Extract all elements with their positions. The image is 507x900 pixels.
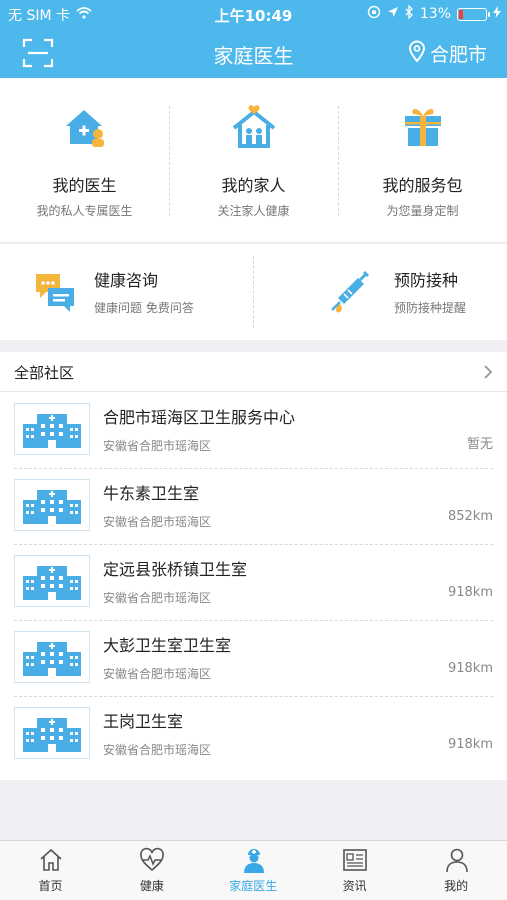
city-selector[interactable]: 合肥市 [408, 40, 487, 67]
app-header: 无 SIM 卡 上午10:49 13% 家庭医生 合肥市 [0, 0, 507, 78]
services-grid: 我的医生 我的私人专属医生 我的家人 关注家人健康 我的服务包 为您量身定制 [0, 78, 507, 243]
hospital-icon [14, 555, 90, 607]
service-subtitle: 预防接种提醒 [394, 301, 467, 315]
community-header[interactable]: 全部社区 [0, 352, 507, 392]
community-name: 大彭卫生室卫生室 [103, 636, 232, 655]
community-distance: 暂无 [466, 437, 493, 452]
service-title: 我的家人 [221, 176, 286, 195]
tab-label: 首页 [38, 879, 63, 893]
community-name: 定远县张桥镇卫生室 [103, 560, 248, 579]
service-subtitle: 我的私人专属医生 [36, 204, 133, 218]
battery-fill [459, 9, 463, 19]
services-row: 健康咨询 健康问题 免费问答 预防接种 预防接种提醒 [0, 244, 507, 340]
community-name: 合肥市瑶海区卫生服务中心 [103, 408, 296, 427]
bluetooth-icon [405, 4, 414, 23]
service-subtitle: 健康问题 免费问答 [94, 301, 194, 315]
community-address: 安徽省合肥市瑶海区 [103, 743, 212, 757]
doctor-house-icon [62, 104, 108, 150]
my-family-button[interactable]: 我的家人 关注家人健康 [169, 78, 338, 243]
status-right: 13% [367, 4, 501, 23]
tab-family-doctor[interactable]: 家庭医生 [203, 841, 304, 900]
news-icon [342, 847, 368, 873]
chat-bubbles-icon [34, 270, 76, 314]
service-subtitle: 关注家人健康 [217, 204, 290, 218]
tab-home[interactable]: 首页 [0, 841, 101, 900]
tab-label: 资讯 [342, 879, 367, 893]
tab-mine[interactable]: 我的 [406, 841, 507, 900]
syringe-icon [328, 270, 370, 314]
chevron-right-icon [483, 364, 493, 380]
service-title: 我的服务包 [382, 176, 463, 195]
community-distance: 852km [447, 509, 493, 524]
community-list-item[interactable]: 王岗卫生室安徽省合肥市瑶海区 918km [0, 697, 507, 773]
tab-label: 家庭医生 [229, 879, 278, 893]
home-icon [38, 847, 64, 873]
hospital-icon [14, 707, 90, 759]
my-service-package-button[interactable]: 我的服务包 为您量身定制 [338, 78, 507, 243]
community-address: 安徽省合肥市瑶海区 [103, 591, 212, 605]
location-pin-icon [408, 40, 426, 67]
hospital-icon [14, 403, 90, 455]
city-label: 合肥市 [429, 44, 487, 66]
tab-bar: 首页 健康 家庭医生 资讯 我的 [0, 840, 507, 900]
community-name: 王岗卫生室 [103, 712, 184, 731]
community-distance: 918km [447, 737, 493, 752]
community-list-item[interactable]: 大彭卫生室卫生室安徽省合肥市瑶海区 918km [0, 621, 507, 697]
community-list-item[interactable]: 定远县张桥镇卫生室安徽省合肥市瑶海区 918km [0, 545, 507, 621]
community-list-item[interactable]: 牛东素卫生室安徽省合肥市瑶海区 852km [0, 469, 507, 545]
orientation-lock-icon [367, 5, 381, 23]
service-title: 健康咨询 [94, 271, 159, 290]
heartbeat-icon [139, 847, 165, 873]
tab-label: 我的 [444, 879, 469, 893]
tab-label: 健康 [139, 879, 164, 893]
tab-news[interactable]: 资讯 [304, 841, 405, 900]
battery-icon [457, 7, 490, 21]
health-consult-button[interactable]: 健康咨询 健康问题 免费问答 [0, 244, 253, 340]
hospital-icon [14, 479, 90, 531]
community-address: 安徽省合肥市瑶海区 [103, 667, 212, 681]
tab-health[interactable]: 健康 [101, 841, 202, 900]
doctor-icon [241, 847, 267, 873]
community-section: 全部社区 合肥市瑶海区卫生服务中心 安徽省合肥市瑶海区 暂无 牛东素卫生室 安徽省合肥市… [0, 352, 507, 780]
hospital-icon [14, 631, 90, 683]
community-title: 全部社区 [14, 364, 75, 382]
status-bar: 无 SIM 卡 上午10:49 13% [0, 0, 507, 28]
charging-icon [493, 6, 501, 22]
community-name: 牛东素卫生室 [103, 484, 200, 503]
community-list-item[interactable]: 合肥市瑶海区卫生服务中心安徽省合肥市瑶海区 暂无 [0, 393, 507, 469]
battery-text: 13% [419, 6, 451, 22]
my-doctor-button[interactable]: 我的医生 我的私人专属医生 [0, 78, 169, 243]
service-title: 我的医生 [52, 176, 117, 195]
gift-icon [400, 104, 446, 150]
community-address: 安徽省合肥市瑶海区 [103, 439, 212, 453]
community-address: 安徽省合肥市瑶海区 [103, 515, 212, 529]
community-distance: 918km [447, 585, 493, 600]
service-title: 预防接种 [394, 271, 459, 290]
nav-bar: 家庭医生 合肥市 [0, 28, 507, 78]
vaccination-button[interactable]: 预防接种 预防接种提醒 [254, 244, 507, 340]
location-arrow-icon [387, 6, 399, 22]
service-subtitle: 为您量身定制 [386, 204, 459, 218]
community-distance: 918km [447, 661, 493, 676]
person-icon [444, 847, 470, 873]
family-house-icon [231, 104, 277, 150]
